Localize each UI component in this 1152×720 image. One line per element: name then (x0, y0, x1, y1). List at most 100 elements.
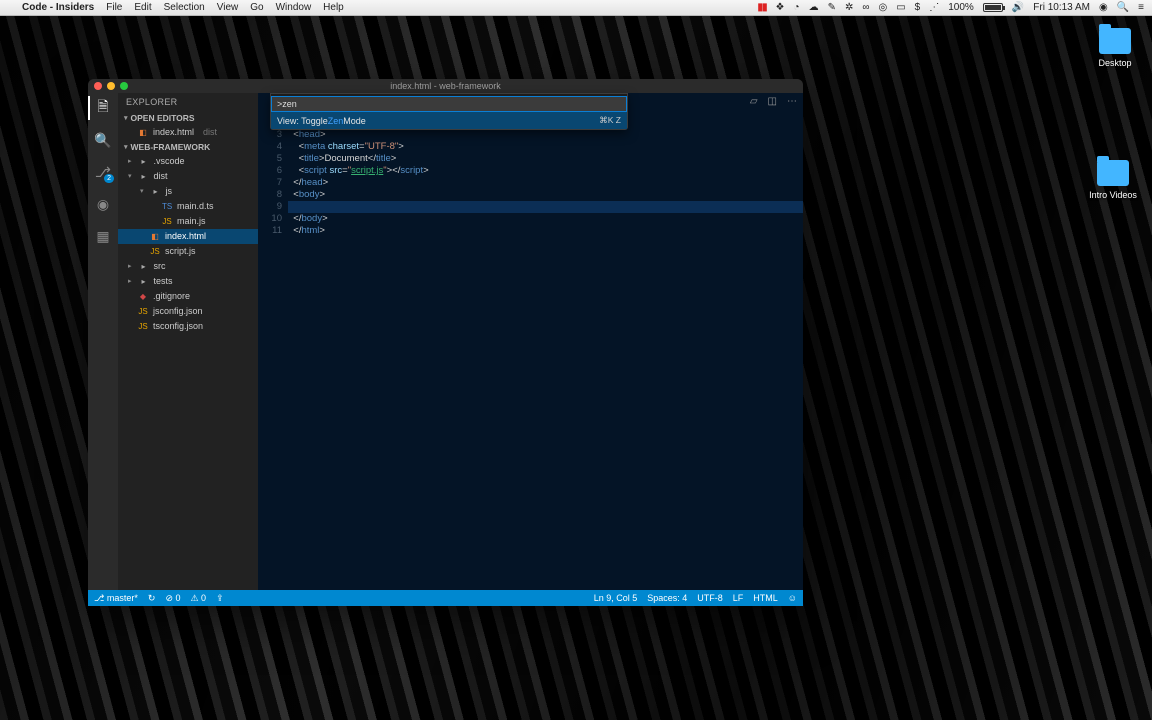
status-red-icon[interactable]: ▮▮ (758, 2, 767, 13)
file-icon: ▸ (151, 185, 161, 198)
file-icon: JS (150, 245, 160, 258)
desktop-folder[interactable]: Intro Videos (1083, 160, 1143, 200)
menu-file[interactable]: File (106, 2, 122, 13)
macos-menubar: Code - Insiders File Edit Selection View… (0, 0, 1152, 16)
code-content[interactable]: <head> <meta charset="UTF-8"> <title>Doc… (288, 129, 803, 590)
file-name: script.js (165, 245, 196, 258)
source-control-icon[interactable]: ⎇2 (94, 163, 112, 181)
desktop-folder[interactable]: Desktop (1085, 28, 1145, 68)
volume-icon[interactable]: 🔊 (1012, 2, 1024, 13)
menubar-icon[interactable]: ✎ (828, 2, 836, 13)
open-editor-item[interactable]: ◧index.htmldist (118, 125, 258, 140)
sync-icon[interactable]: ↻ (148, 593, 156, 604)
tree-item[interactable]: JS script.js (118, 244, 258, 259)
icon-label: Intro Videos (1083, 190, 1143, 200)
file-icon: ▸ (139, 275, 149, 288)
menu-view[interactable]: View (217, 2, 239, 13)
file-name: index.html (165, 230, 206, 243)
file-name: main.js (177, 215, 206, 228)
debug-icon[interactable]: ◉ (94, 195, 112, 213)
battery-icon[interactable] (983, 3, 1003, 12)
cursor-position[interactable]: Ln 9, Col 5 (594, 593, 638, 603)
file-name: jsconfig.json (153, 305, 203, 318)
menu-selection[interactable]: Selection (164, 2, 205, 13)
tree-item[interactable]: ◆ .gitignore (118, 289, 258, 304)
editor-area: ▱ ◫ ⋯ View: Toggle Zen Mode ⌘K Z 3456789… (258, 93, 803, 590)
encoding[interactable]: UTF-8 (697, 593, 723, 603)
notifications-icon[interactable]: ≡ (1138, 2, 1144, 13)
project-section[interactable]: ▾WEB-FRAMEWORK (118, 140, 258, 154)
explorer-icon[interactable]: 🗎 (94, 99, 112, 117)
file-name: main.d.ts (177, 200, 214, 213)
file-name: dist (154, 170, 168, 183)
tree-item[interactable]: JS tsconfig.json (118, 319, 258, 334)
menubar-icon[interactable]: ∞ (862, 2, 869, 13)
menu-window[interactable]: Window (276, 2, 312, 13)
errors-count[interactable]: ⊘ 0 (165, 593, 180, 604)
live-share-icon[interactable]: ⇪ (216, 593, 224, 604)
menubar-icon[interactable]: $ (915, 2, 921, 13)
command-palette-input[interactable] (271, 96, 627, 112)
menubar-icon[interactable]: ◔ (794, 2, 800, 13)
menubar-icon[interactable]: ☁ (809, 2, 819, 13)
file-name: .gitignore (153, 290, 190, 303)
tree-item[interactable]: JS main.js (118, 214, 258, 229)
file-icon: ◆ (138, 290, 148, 303)
file-icon: ▸ (139, 155, 149, 168)
spotlight-icon[interactable]: 🔍 (1117, 2, 1129, 13)
extensions-icon[interactable]: ▦ (94, 227, 112, 245)
folder-icon (1099, 28, 1131, 54)
menu-go[interactable]: Go (250, 2, 263, 13)
menubar-icon[interactable]: ◎ (878, 2, 887, 13)
menubar-icon[interactable]: ❖ (776, 2, 785, 13)
tree-item[interactable]: ▸▸src (118, 259, 258, 274)
command-palette-result[interactable]: View: Toggle Zen Mode ⌘K Z (271, 112, 627, 129)
file-icon: JS (138, 305, 148, 318)
clock[interactable]: Fri 10:13 AM (1033, 2, 1090, 13)
window-title: index.html - web-framework (88, 81, 803, 91)
git-branch[interactable]: ⎇ master* (94, 593, 138, 604)
tree-item[interactable]: ▾▸js (118, 184, 258, 199)
battery-percent: 100% (948, 2, 974, 13)
menubar-icon[interactable]: ▭ (896, 2, 905, 13)
file-icon: TS (162, 200, 172, 213)
file-name: tsconfig.json (153, 320, 203, 333)
file-icon: JS (138, 320, 148, 333)
icon-label: Desktop (1085, 58, 1145, 68)
scm-badge: 2 (104, 174, 114, 183)
feedback-icon[interactable]: ☺ (788, 593, 797, 603)
menubar-icon[interactable]: ✲ (845, 2, 853, 13)
menu-edit[interactable]: Edit (134, 2, 151, 13)
tree-item[interactable]: TS main.d.ts (118, 199, 258, 214)
command-palette: View: Toggle Zen Mode ⌘K Z (270, 93, 628, 130)
tree-item[interactable]: ▾▸dist (118, 169, 258, 184)
window-titlebar[interactable]: index.html - web-framework (88, 79, 803, 93)
tree-item[interactable]: ▸▸.vscode (118, 154, 258, 169)
app-name[interactable]: Code - Insiders (22, 2, 94, 13)
siri-icon[interactable]: ◉ (1099, 2, 1108, 13)
menu-help[interactable]: Help (323, 2, 344, 13)
open-editors-section[interactable]: ▾OPEN EDITORS (118, 111, 258, 125)
tree-item[interactable]: JS jsconfig.json (118, 304, 258, 319)
split-editor-icon[interactable]: ◫ (768, 96, 777, 107)
file-icon: ▸ (139, 170, 149, 183)
wifi-icon[interactable]: ⋰ (929, 2, 939, 13)
eol[interactable]: LF (733, 593, 744, 603)
warnings-count[interactable]: ⚠ 0 (190, 593, 206, 604)
tree-item[interactable]: ▸▸tests (118, 274, 258, 289)
indentation[interactable]: Spaces: 4 (647, 593, 687, 603)
file-icon: ▸ (139, 260, 149, 273)
more-actions-icon[interactable]: ⋯ (787, 96, 797, 107)
code-editor[interactable]: 34567891011 <head> <meta charset="UTF-8"… (258, 93, 803, 590)
file-icon: JS (162, 215, 172, 228)
open-preview-icon[interactable]: ▱ (750, 96, 758, 107)
language-mode[interactable]: HTML (753, 593, 778, 603)
activity-bar: 🗎 🔍 ⎇2 ◉ ▦ (88, 93, 118, 590)
vscode-window: index.html - web-framework 🗎 🔍 ⎇2 ◉ ▦ EX… (88, 79, 803, 606)
file-name: js (166, 185, 173, 198)
search-icon[interactable]: 🔍 (94, 131, 112, 149)
file-name: .vscode (154, 155, 185, 168)
sidebar-header: EXPLORER (118, 93, 258, 111)
tree-item[interactable]: ◧ index.html (118, 229, 258, 244)
file-icon: ◧ (150, 230, 160, 243)
